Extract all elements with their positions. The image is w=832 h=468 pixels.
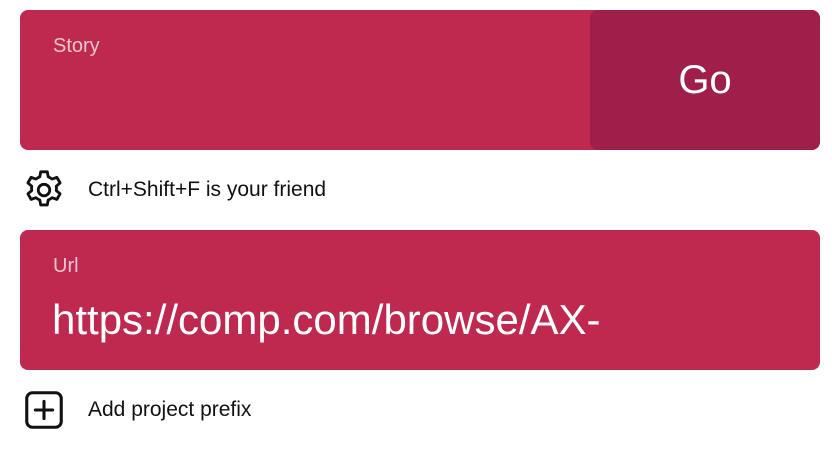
shortcut-hint: Ctrl+Shift+F is your friend: [88, 178, 327, 201]
go-button[interactable]: Go: [590, 10, 820, 150]
popup-panel: Story Go Ctrl+Shift+F is your friend Url…: [0, 0, 832, 468]
url-card[interactable]: Url https://comp.com/browse/AX-: [20, 230, 820, 370]
add-project-prefix-label: Add project prefix: [88, 398, 252, 421]
settings-row: Ctrl+Shift+F is your friend: [20, 166, 326, 214]
story-input[interactable]: [50, 72, 580, 128]
url-label: Url: [53, 255, 79, 277]
url-value: https://comp.com/browse/AX-: [52, 296, 601, 343]
add-project-prefix-button[interactable]: Add project prefix: [20, 386, 251, 434]
story-label: Story: [53, 35, 100, 57]
plus-square-icon[interactable]: [20, 386, 68, 434]
story-card: Story Go: [20, 10, 820, 150]
gear-icon[interactable]: [20, 166, 68, 214]
story-field[interactable]: Story: [20, 10, 590, 150]
